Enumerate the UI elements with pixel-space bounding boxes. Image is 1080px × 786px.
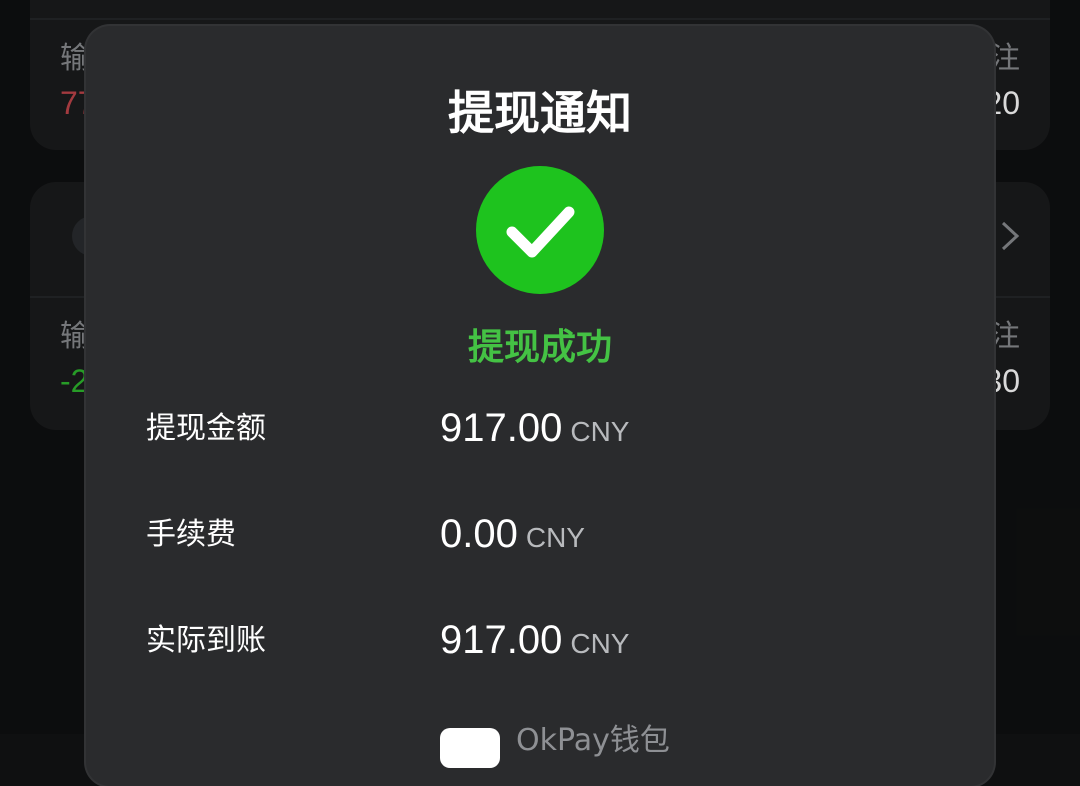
actual-received-value: 917.00 CNY (440, 620, 629, 660)
amount-number: 917.00 (440, 406, 563, 450)
actual-received-label: 实际到账 (146, 623, 266, 658)
currency-unit: CNY (570, 416, 630, 447)
success-badge (476, 166, 604, 294)
wallet-icon (440, 728, 500, 768)
status-text: 提现成功 (467, 327, 612, 368)
modal-title: 提现通知 (448, 86, 632, 140)
amount-number: 0.00 (440, 512, 518, 556)
currency-unit: CNY (525, 522, 585, 553)
withdraw-amount-label: 提现金额 (146, 411, 266, 446)
amount-number: 917.00 (440, 618, 563, 662)
fee-value: 0.00 CNY (440, 514, 585, 554)
currency-unit: CNY (570, 628, 630, 659)
withdrawal-notice-modal: 提现通知 提现成功 提现金额 917.00 CNY 手续费 0.00 CNY 实际到… (86, 26, 994, 786)
withdraw-amount-value: 917.00 CNY (440, 408, 629, 448)
check-circle-icon (506, 206, 575, 258)
wallet-name: OkPay钱包 (516, 723, 670, 758)
fee-label: 手续费 (146, 517, 236, 552)
